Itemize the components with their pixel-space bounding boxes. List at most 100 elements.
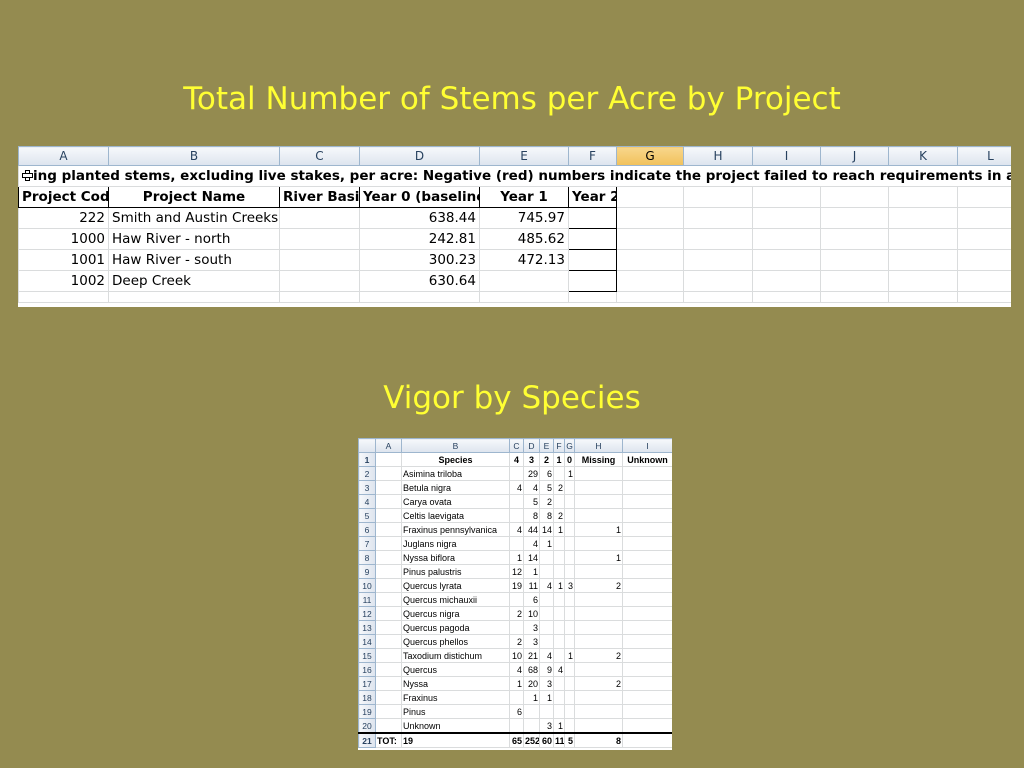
cell[interactable] bbox=[616, 249, 684, 271]
cell[interactable] bbox=[375, 662, 402, 677]
cell[interactable] bbox=[509, 620, 524, 635]
column-header-b[interactable]: B bbox=[401, 438, 510, 453]
cell[interactable]: 4 bbox=[539, 648, 554, 663]
cell[interactable]: 44 bbox=[523, 522, 540, 537]
cell[interactable] bbox=[539, 704, 554, 719]
row-number[interactable]: 13 bbox=[358, 620, 376, 635]
cell[interactable] bbox=[509, 536, 524, 551]
cell[interactable] bbox=[539, 550, 554, 565]
cell[interactable] bbox=[752, 270, 821, 292]
cell[interactable] bbox=[359, 291, 480, 303]
cell[interactable] bbox=[375, 620, 402, 635]
cell[interactable] bbox=[568, 270, 617, 292]
cell[interactable]: 2 bbox=[553, 508, 565, 523]
cell[interactable]: 5 bbox=[564, 732, 575, 748]
cell[interactable] bbox=[616, 270, 684, 292]
cell[interactable] bbox=[523, 718, 540, 734]
cell[interactable] bbox=[616, 291, 684, 303]
column-header-h[interactable]: H bbox=[683, 146, 753, 166]
cell[interactable] bbox=[509, 690, 524, 705]
cell[interactable] bbox=[616, 228, 684, 250]
cell[interactable] bbox=[752, 207, 821, 229]
cell[interactable]: 6 bbox=[523, 592, 540, 607]
cell[interactable]: 4 bbox=[509, 452, 524, 467]
column-header-b[interactable]: B bbox=[108, 146, 280, 166]
cell[interactable] bbox=[752, 291, 821, 303]
cell[interactable]: 3 bbox=[564, 578, 575, 593]
cell[interactable] bbox=[574, 704, 623, 719]
cell[interactable] bbox=[553, 690, 565, 705]
cell[interactable] bbox=[622, 620, 672, 635]
species-cell[interactable]: Fraxinus pennsylvanica bbox=[401, 522, 510, 537]
cell[interactable] bbox=[564, 676, 575, 691]
cell[interactable] bbox=[564, 592, 575, 607]
cell[interactable] bbox=[564, 508, 575, 523]
cell[interactable] bbox=[539, 592, 554, 607]
cell[interactable]: 1 bbox=[574, 550, 623, 565]
cell[interactable] bbox=[568, 228, 617, 250]
note-cell[interactable]: ing planted stems, excluding live stakes… bbox=[18, 165, 1011, 187]
cell[interactable] bbox=[18, 291, 109, 303]
species-cell[interactable]: Fraxinus bbox=[401, 690, 510, 705]
cell[interactable] bbox=[375, 494, 402, 509]
cell[interactable] bbox=[279, 270, 360, 292]
cell[interactable] bbox=[279, 249, 360, 271]
row-number[interactable]: 11 bbox=[358, 592, 376, 607]
cell[interactable] bbox=[574, 662, 623, 677]
cell[interactable] bbox=[564, 662, 575, 677]
cell[interactable] bbox=[553, 676, 565, 691]
cell[interactable] bbox=[375, 634, 402, 649]
species-cell[interactable]: Unknown bbox=[401, 718, 510, 734]
row-number[interactable]: 5 bbox=[358, 508, 376, 523]
species-cell[interactable]: Nyssa bbox=[401, 676, 510, 691]
cell[interactable]: 4 bbox=[509, 480, 524, 495]
row-number[interactable]: 12 bbox=[358, 606, 376, 621]
row-number[interactable]: 2 bbox=[358, 466, 376, 481]
cell[interactable]: 2 bbox=[574, 648, 623, 663]
cell[interactable]: 3 bbox=[523, 452, 540, 467]
cell[interactable]: 3 bbox=[539, 676, 554, 691]
cell[interactable] bbox=[539, 634, 554, 649]
cell[interactable]: 2 bbox=[574, 676, 623, 691]
column-header-a[interactable]: A bbox=[18, 146, 109, 166]
cell[interactable]: 6 bbox=[539, 466, 554, 481]
species-cell[interactable]: Pinus bbox=[401, 704, 510, 719]
cell[interactable] bbox=[622, 578, 672, 593]
cell[interactable]: 2 bbox=[553, 480, 565, 495]
cell[interactable]: 1002 bbox=[18, 270, 109, 292]
cell[interactable] bbox=[564, 536, 575, 551]
cell[interactable] bbox=[568, 207, 617, 229]
cell[interactable] bbox=[553, 564, 565, 579]
cell[interactable] bbox=[539, 564, 554, 579]
cell[interactable] bbox=[574, 508, 623, 523]
species-cell[interactable]: Quercus michauxii bbox=[401, 592, 510, 607]
column-header-i[interactable]: I bbox=[752, 146, 821, 166]
cell[interactable] bbox=[375, 536, 402, 551]
cell[interactable]: 1 bbox=[564, 466, 575, 481]
column-header-l[interactable]: L bbox=[957, 146, 1011, 166]
cell[interactable] bbox=[553, 634, 565, 649]
row-number[interactable]: 9 bbox=[358, 564, 376, 579]
cell[interactable]: 1001 bbox=[18, 249, 109, 271]
cell[interactable] bbox=[574, 606, 623, 621]
row-number[interactable]: 1 bbox=[358, 452, 376, 467]
cell[interactable] bbox=[683, 228, 753, 250]
cell[interactable]: 14 bbox=[523, 550, 540, 565]
cell[interactable]: 745.97 bbox=[479, 207, 569, 229]
species-cell[interactable]: Quercus bbox=[401, 662, 510, 677]
cell[interactable]: 2 bbox=[509, 606, 524, 621]
cell[interactable] bbox=[479, 270, 569, 292]
cell[interactable] bbox=[574, 564, 623, 579]
cell[interactable] bbox=[683, 291, 753, 303]
cell[interactable] bbox=[564, 690, 575, 705]
species-cell[interactable]: Quercus phellos bbox=[401, 634, 510, 649]
column-header-e[interactable]: E bbox=[539, 438, 554, 453]
cell[interactable] bbox=[888, 291, 958, 303]
column-header-j[interactable]: J bbox=[820, 146, 889, 166]
cell[interactable]: 12 bbox=[509, 564, 524, 579]
cell[interactable] bbox=[375, 466, 402, 481]
cell[interactable] bbox=[553, 536, 565, 551]
cell[interactable] bbox=[553, 494, 565, 509]
cell[interactable] bbox=[820, 228, 889, 250]
row-number[interactable]: 14 bbox=[358, 634, 376, 649]
